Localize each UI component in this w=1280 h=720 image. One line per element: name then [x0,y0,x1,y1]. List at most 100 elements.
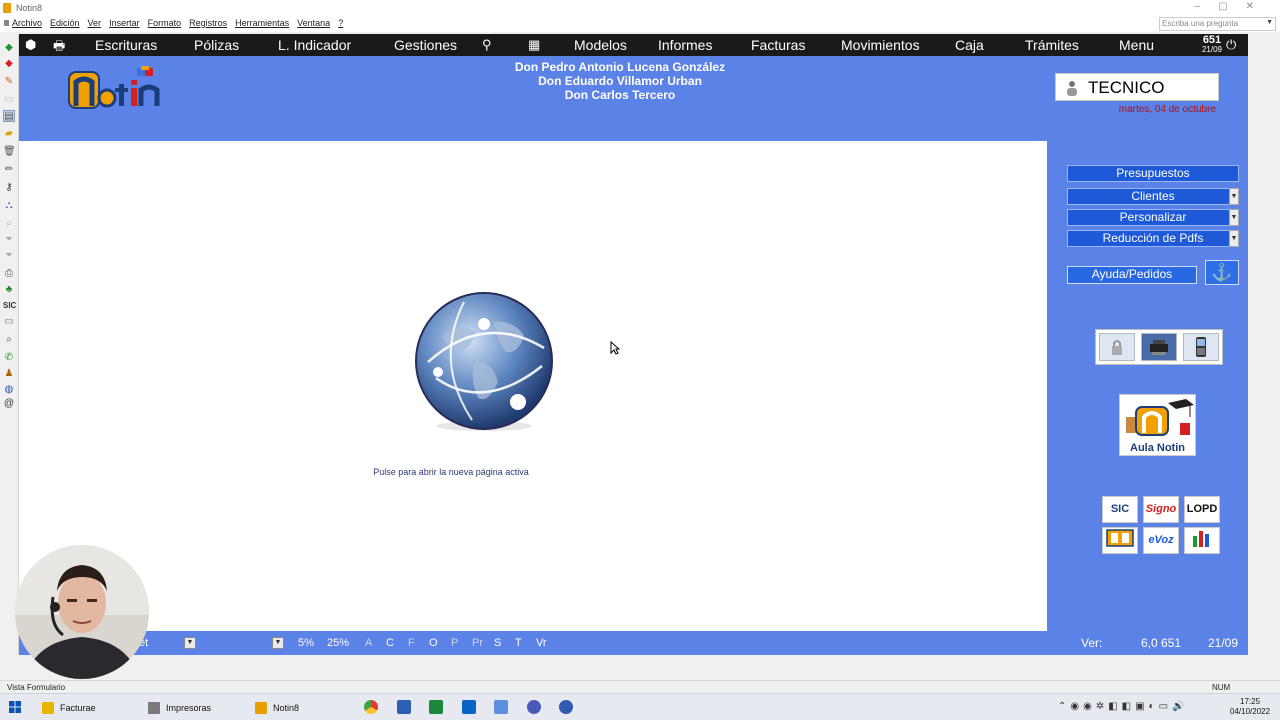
blank-page-icon[interactable]: ▭ [3,94,15,106]
nav-l-indicador[interactable]: L. Indicador [278,37,351,53]
taskbar-clock[interactable]: 17:25 04/10/2022 [1230,697,1270,717]
funnel-clear-icon[interactable]: ⏷ [3,250,15,262]
flag-c[interactable]: C [386,637,394,649]
lopd-button[interactable]: LOPD [1184,496,1220,523]
clock-time: 17:25 [1240,697,1261,706]
menu-herramientas[interactable]: Herramientas [231,18,293,28]
menu-edicion[interactable]: Edición [46,18,84,28]
green-diamond-icon[interactable]: ◆ [3,42,15,54]
system-tray-icons[interactable]: ⌃◉◉✲◧◧▣◐▭🔊 [1058,701,1189,712]
remote-app-icon[interactable] [559,700,573,714]
chevron-down-icon[interactable]: ▼ [1229,230,1239,247]
outlook-icon[interactable] [462,700,476,714]
sic-icon[interactable]: SIC [3,300,16,312]
word-icon[interactable] [397,700,411,714]
at-icon[interactable]: @ [3,398,15,410]
flag-a[interactable]: A [365,637,372,649]
power-icon[interactable]: ⏻ [1226,37,1236,53]
menu-insertar[interactable]: Insertar [105,18,144,28]
menu-help[interactable]: ? [334,18,347,28]
document-icon[interactable]: ▭ [3,316,15,328]
chevron-down-icon[interactable]: ▼ [1229,209,1239,226]
calendar-icon[interactable]: ▦ [528,37,540,53]
help-question-box[interactable]: Escriba una pregunta ▼ [1159,17,1276,31]
windows-start-icon[interactable] [9,701,21,713]
excel-icon[interactable] [429,700,443,714]
user-box[interactable]: TECNICO [1055,73,1219,101]
menu-registros[interactable]: Registros [185,18,231,28]
funnel-icon[interactable]: ⏷ [3,234,15,246]
form-icon[interactable]: ▤ [3,110,15,122]
nav-polizas[interactable]: Pólizas [194,37,239,53]
percent-25[interactable]: 25% [327,637,349,649]
chevron-down-icon[interactable]: ▼ [1266,19,1273,26]
personalizar-button[interactable]: Personalizar ▼ [1067,209,1239,226]
flag-t[interactable]: T [515,637,522,649]
rm-button[interactable] [1102,527,1138,554]
chevron-down-icon[interactable]: ▼ [1229,188,1239,205]
taskbar-app-facturae[interactable]: Facturae [42,699,96,716]
flag-pr[interactable]: Pr [472,637,483,649]
settings-app-icon[interactable] [527,700,541,714]
key-icon[interactable]: ⚷ [3,182,15,194]
evoz-button[interactable]: eVoz [1143,527,1179,554]
tree-icon[interactable]: ♣ [3,284,15,296]
nav-gestiones[interactable]: Gestiones [394,37,457,53]
trash-icon[interactable]: 🗑 [3,146,16,158]
menu-ver[interactable]: Ver [84,18,106,28]
scanner-icon[interactable] [1141,333,1177,361]
phone-icon[interactable]: ✆ [3,352,15,364]
version-label: Ver: [1081,636,1103,650]
main-content: Pulse para abrir la nueva página activa [19,141,1047,631]
lock-icon[interactable] [1099,333,1135,361]
nav-movimientos[interactable]: Movimientos [841,37,920,53]
taskbar-app-impresoras[interactable]: Impresoras [148,699,211,716]
aula-notin-logo[interactable]: Aula Notin [1119,394,1196,456]
ayuda-pedidos-button[interactable]: Ayuda/Pedidos [1067,266,1197,284]
nav-menu[interactable]: Menu [1119,37,1154,53]
taskbar-app-notin8[interactable]: Notin8 [255,699,299,716]
flag-f[interactable]: F [408,637,415,649]
reduccion-pdfs-button[interactable]: Reducción de Pdfs ▼ [1067,230,1239,247]
nav-escrituras[interactable]: Escrituras [95,37,157,53]
flag-s[interactable]: S [494,637,501,649]
signo-button[interactable]: Signo [1143,496,1179,523]
tool-icon[interactable]: ✎ [3,76,15,88]
presupuestos-button[interactable]: Presupuestos [1067,165,1239,182]
window-controls[interactable]: –▢✕ [1195,1,1272,12]
search-icon[interactable]: ⚲ [482,37,492,53]
folder-icon[interactable]: ▰ [3,128,15,140]
stats-button[interactable] [1184,527,1220,554]
sic-button[interactable]: SIC [1102,496,1138,523]
nav-modelos[interactable]: Modelos [574,37,627,53]
globe-icon[interactable] [414,292,554,432]
flag-o[interactable]: O [429,637,438,649]
mobile-icon[interactable] [1183,333,1219,361]
calendar-app-icon[interactable] [494,700,508,714]
print-preview-icon[interactable]: ⎙ [3,268,15,280]
search-doc-icon[interactable]: ⌕ [3,334,15,346]
cube-icon[interactable]: ⬢ [25,37,36,53]
globe-small-icon[interactable]: ◍ [3,384,15,396]
nav-informes[interactable]: Informes [658,37,712,53]
person-icon[interactable]: ♟ [3,368,15,380]
flag-p[interactable]: P [451,637,458,649]
chevron-down-icon[interactable]: ▼ [184,637,196,649]
anchor-icon[interactable]: ⚓ [1205,260,1239,285]
chevron-down-icon[interactable]: ▼ [272,637,284,649]
menu-ventana[interactable]: Ventana [293,18,334,28]
edit-icon[interactable]: ✏ [3,164,15,176]
nav-facturas[interactable]: Facturas [751,37,805,53]
clientes-button[interactable]: Clientes ▼ [1067,188,1239,205]
menu-archivo[interactable]: Archivo [4,18,46,28]
chrome-icon[interactable] [364,700,378,714]
nav-tramites[interactable]: Trámites [1025,37,1079,53]
percent-5[interactable]: 5% [298,637,314,649]
menu-formato[interactable]: Formato [144,18,186,28]
filter-icon[interactable]: ⌕ [3,218,15,230]
red-diamond-icon[interactable]: ◆ [3,58,15,70]
globe-caption[interactable]: Pulse para abrir la nueva página activa [319,467,583,477]
flag-vr[interactable]: Vr [536,637,547,649]
binoculars-icon[interactable]: ⛬ [3,200,15,212]
nav-caja[interactable]: Caja [955,37,984,53]
